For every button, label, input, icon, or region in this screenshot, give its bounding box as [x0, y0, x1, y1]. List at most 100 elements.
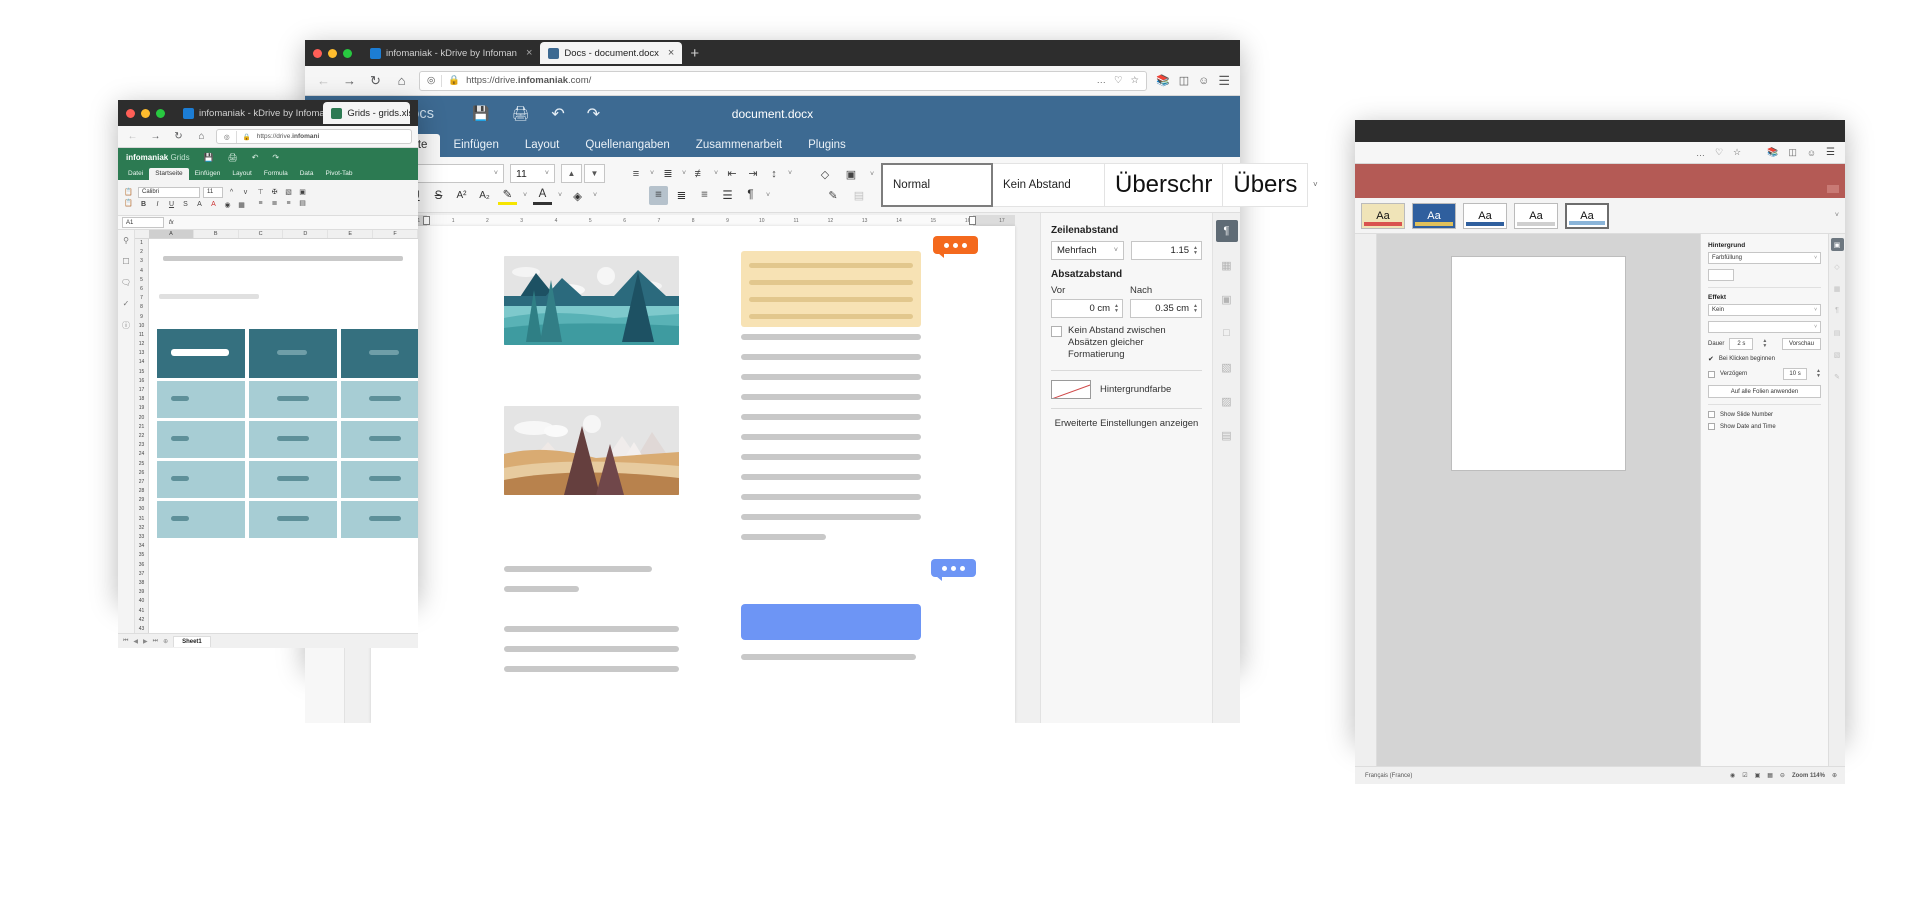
row-header[interactable]: 39 [135, 588, 148, 597]
home-icon[interactable]: ⌂ [393, 72, 410, 89]
grids-ribbon[interactable]: 📋 📋 Calibri 11 ^ v B I U S A A ◉ ▦ [118, 180, 418, 216]
bookmark-star-icon[interactable]: ☆ [1130, 75, 1139, 86]
save-icon[interactable]: 💾 [472, 105, 489, 122]
chevron-down-icon[interactable]: ˅ [764, 192, 772, 199]
row-header[interactable]: 32 [135, 524, 148, 533]
menu-plugins[interactable]: Plugins [795, 134, 859, 157]
chevron-down-icon[interactable]: ˅ [868, 171, 876, 178]
chevron-down-icon[interactable]: ˅ [648, 170, 656, 177]
chevron-down-icon[interactable]: ˅ [680, 170, 688, 177]
left-indent-marker[interactable] [423, 216, 430, 225]
increase-font-icon[interactable]: ^ [226, 189, 237, 196]
chevron-down-icon[interactable]: ˅ [591, 192, 599, 199]
preview-button[interactable]: Vorschau [1782, 338, 1821, 350]
row-header[interactable]: 20 [135, 414, 148, 423]
styles-expand-icon[interactable]: ˅ [1308, 163, 1322, 207]
chart-settings-icon[interactable]: ▤ [1216, 424, 1238, 446]
grids-url-bar[interactable]: ◎ 🔒 https://drive.infomani [216, 129, 412, 144]
pocket-icon[interactable]: ♡ [1715, 147, 1723, 158]
show-date-time-row[interactable]: Show Date and Time [1708, 423, 1821, 430]
chevron-down-icon[interactable]: ˅ [1835, 212, 1839, 219]
chevron-down-icon[interactable]: ˅ [786, 170, 794, 177]
chevron-down-icon[interactable]: ˅ [712, 170, 720, 177]
apply-all-button[interactable]: Auf alle Folien anwenden [1708, 385, 1821, 398]
background-mode-select[interactable]: Farbfüllung ˅ [1708, 252, 1821, 264]
ruler-track[interactable]: 211234567891011121314151617 [371, 215, 1015, 226]
formula-fx-icon[interactable]: fx [169, 220, 174, 226]
row-header[interactable]: 35 [135, 551, 148, 560]
row-header[interactable]: 18 [135, 395, 148, 404]
row-header[interactable]: 12 [135, 340, 148, 349]
row-header[interactable]: 11 [135, 331, 148, 340]
row-header[interactable]: 19 [135, 404, 148, 413]
grids-menu-startseite[interactable]: Startseite [149, 168, 188, 180]
slide-settings-icon[interactable]: ▣ [1831, 238, 1844, 251]
align-right-icon[interactable]: ≡ [283, 200, 294, 207]
grids-menu-data[interactable]: Data [294, 168, 320, 180]
eraser-icon[interactable]: ◇ [816, 165, 834, 183]
copy-style-icon[interactable]: ✎ [824, 186, 842, 204]
decrease-font-size-button[interactable]: ▼ [584, 164, 605, 183]
grids-column-headers[interactable]: A B C D E F [135, 230, 418, 239]
row-header[interactable]: 38 [135, 579, 148, 588]
slides-presentation-window[interactable]: … ♡ ☆ 📚 ◫ ☺ ☰ Aa Aa Aa Aa Aa ˅ [1355, 120, 1845, 740]
grids-menu-layout[interactable]: Layout [226, 168, 258, 180]
spellcheck-icon[interactable]: ◉ [1730, 772, 1735, 779]
chevron-down-icon[interactable]: ˅ [521, 192, 529, 199]
sidebar-icon[interactable]: ◫ [1788, 147, 1797, 158]
line-spacing-value-input[interactable]: 1.15 ▲▼ [1131, 241, 1202, 260]
maximize-window-button[interactable] [343, 49, 352, 58]
docs-canvas-area[interactable]: 211234567891011121314151617 [345, 213, 1040, 723]
show-slide-number-row[interactable]: Show Slide Number [1708, 411, 1821, 418]
table-cell[interactable] [157, 381, 245, 418]
signature-icon[interactable]: ✎ [1831, 370, 1844, 383]
add-sheet-icon[interactable]: ⊕ [163, 638, 168, 645]
close-tab-icon[interactable]: × [668, 47, 674, 59]
italic-button[interactable]: I [152, 201, 163, 208]
browser-tab-kdrive[interactable]: infomaniak - kDrive by Infoman × [175, 102, 323, 124]
close-window-button[interactable] [313, 49, 322, 58]
delay-row[interactable]: Verzögern 10 s ▲▼ [1708, 368, 1821, 380]
style-kein-abstand[interactable]: Kein Abstand [993, 163, 1105, 207]
row-header[interactable]: 36 [135, 561, 148, 570]
paragraph-settings-icon[interactable]: ¶ [1216, 220, 1238, 242]
effect-select[interactable]: Kein ˅ [1708, 304, 1821, 316]
row-header[interactable]: 28 [135, 487, 148, 496]
row-header[interactable]: 30 [135, 505, 148, 514]
paragraph-settings-icon[interactable]: ¶ [1831, 304, 1844, 317]
row-header[interactable]: 29 [135, 496, 148, 505]
column-header-a[interactable]: A [149, 230, 194, 238]
background-color-swatch[interactable] [1708, 269, 1734, 281]
numbering-icon[interactable]: ≣ [659, 165, 677, 183]
grids-row-headers[interactable]: 1234567891011121314151617181920212223242… [135, 239, 149, 633]
reload-icon[interactable]: ↻ [170, 128, 187, 145]
grids-menu-einfuegen[interactable]: Einfügen [189, 168, 227, 180]
duration-row[interactable]: Dauer 2 s ▲▼ Vorschau [1708, 338, 1821, 350]
hamburger-menu-icon[interactable]: ☰ [1826, 147, 1835, 158]
grids-status-bar[interactable]: ⏮ ◀ ▶ ⏭ ⊕ Sheet1 [118, 633, 418, 648]
row-header[interactable]: 15 [135, 368, 148, 377]
style-tools-group[interactable]: ◇ ▣ ˅ ✎ ▤ [811, 160, 881, 209]
copy-icon[interactable]: 📋 [123, 188, 134, 196]
language-label[interactable]: Français (France) [1365, 773, 1412, 779]
redo-icon[interactable]: ↷ [272, 153, 279, 162]
library-icon[interactable]: 📚 [1767, 147, 1778, 158]
grids-font-family[interactable]: Calibri [138, 187, 200, 198]
new-tab-button[interactable]: + [682, 45, 707, 62]
paragraph-settings-panel[interactable]: Zeilenabstand Mehrfach ˅ 1.15 ▲▼ Absatza… [1040, 213, 1212, 723]
docs-menu-bar[interactable]: Datei Startseite Einfügen Layout Quellen… [305, 131, 1240, 157]
spacing-after-stepper[interactable]: ▲▼ [1193, 304, 1198, 314]
grids-align-group[interactable]: ⊤ ✠ ▧ ▣ ≡ ≣ ≡ ▤ [255, 188, 308, 207]
zoom-in-icon[interactable]: ⊕ [1832, 772, 1837, 779]
blue-content-block[interactable] [741, 604, 921, 640]
paragraph-marks-button[interactable]: ¶ [741, 186, 760, 205]
style-ueberschrift-1[interactable]: Überschr [1105, 163, 1223, 207]
line-spacing-stepper[interactable]: ▲▼ [1193, 246, 1198, 256]
grids-menu-datei[interactable]: Datei [122, 168, 149, 180]
back-icon[interactable]: ← [315, 72, 332, 89]
slides-status-bar[interactable]: Français (France) ◉ ☑ ▣ ▦ ⊖ Zoom 114% ⊕ [1355, 766, 1845, 784]
grids-clipboard-group[interactable]: 📋 📋 [123, 188, 134, 207]
decrease-font-icon[interactable]: v [240, 189, 251, 196]
align-middle-icon[interactable]: ✠ [269, 188, 280, 196]
spacing-before-input[interactable]: 0 cm ▲▼ [1051, 299, 1123, 318]
